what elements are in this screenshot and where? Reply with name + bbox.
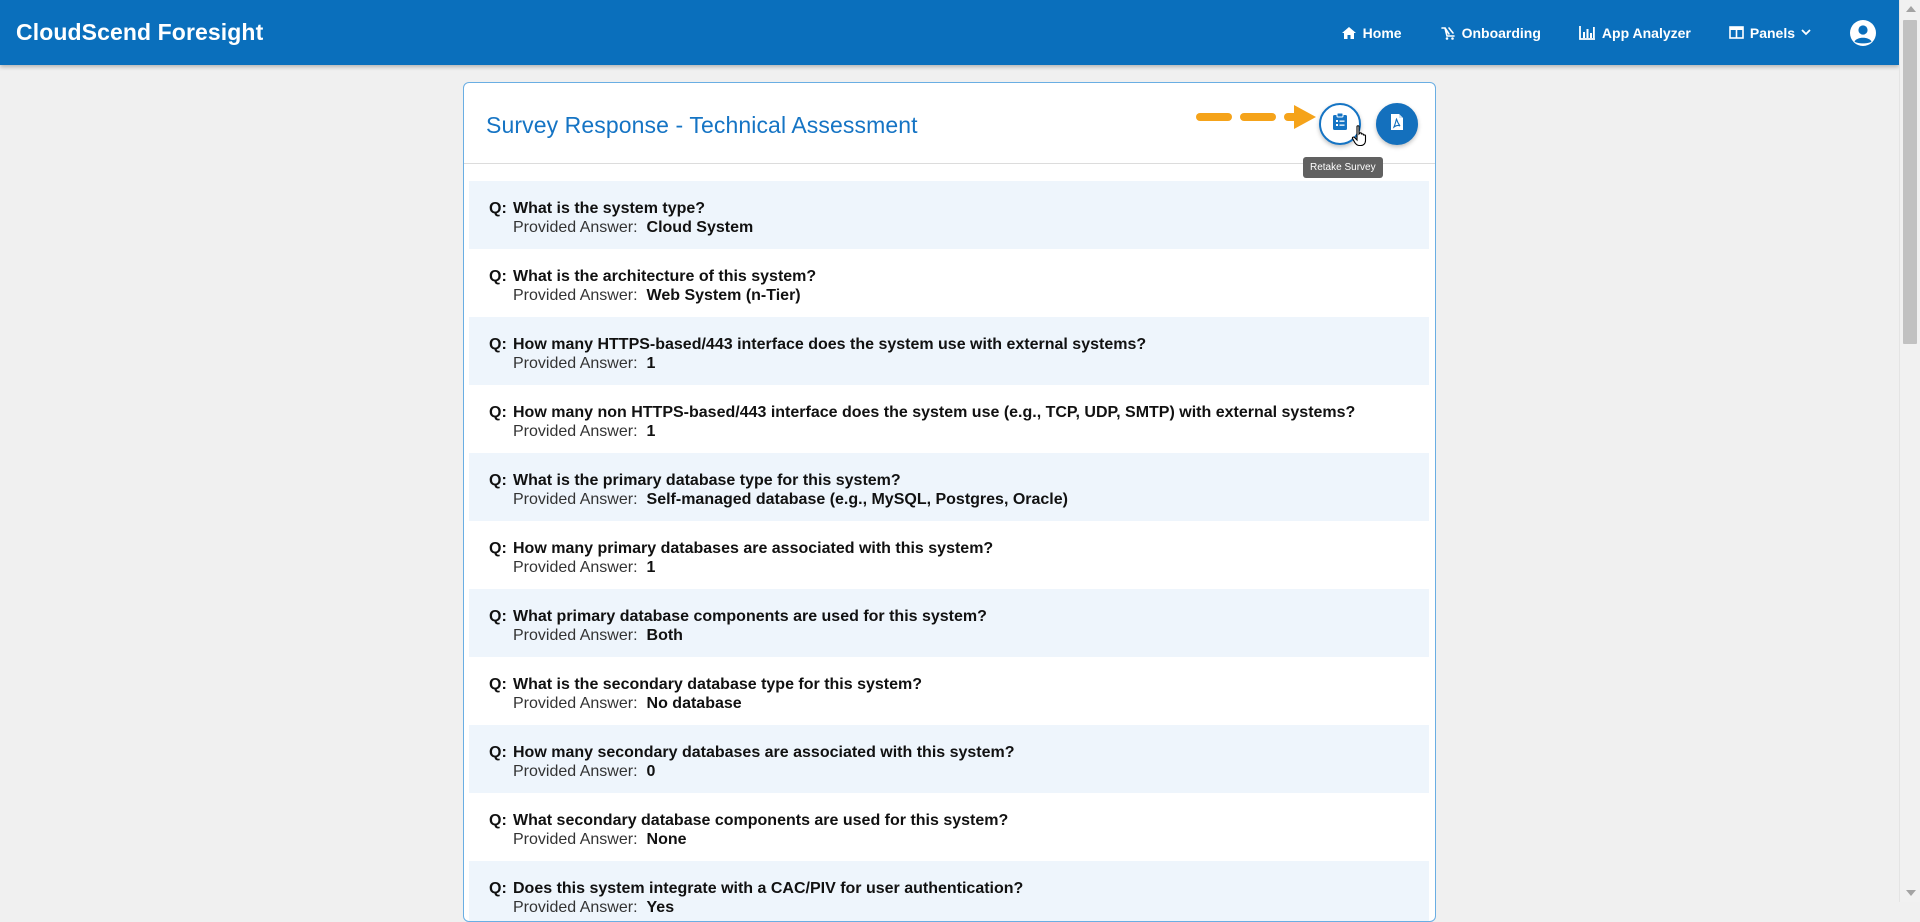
question-prefix: Q: [489, 540, 507, 557]
question-prefix: Q: [489, 880, 507, 897]
answer-value: 1 [646, 355, 656, 372]
answer-value: No database [646, 695, 742, 712]
answer-value: Web System (n-Tier) [646, 287, 801, 304]
onboarding-icon [1440, 25, 1456, 41]
answer-value: 1 [646, 559, 656, 576]
answer-value: None [646, 831, 687, 848]
qa-item: Q: What is the architecture of this syste… [469, 249, 1429, 317]
answer-value: Both [646, 627, 683, 644]
answer-value: Yes [646, 899, 675, 916]
scrollbar-thumb[interactable] [1903, 20, 1917, 344]
answer-value: Self-managed database (e.g., MySQL, Post… [646, 491, 1068, 508]
qa-item: Q: What is the system type? Provided Answ… [469, 181, 1429, 249]
survey-response-card: Survey Response - Technical Assessment R… [463, 82, 1436, 922]
nav-onboarding[interactable]: Onboarding [1440, 25, 1541, 41]
nav-app-analyzer[interactable]: App Analyzer [1579, 25, 1691, 41]
qa-item: Q: What is the primary database type for … [469, 453, 1429, 521]
question-prefix: Q: [489, 404, 507, 421]
chevron-down-icon [1801, 29, 1811, 36]
question-text: How many non HTTPS-based/443 interface d… [513, 404, 1356, 421]
chart-icon [1579, 25, 1596, 40]
answer-label: Provided Answer: [513, 287, 638, 304]
answer-label: Provided Answer: [513, 763, 638, 780]
qa-item: Q: How many secondary databases are assoc… [469, 725, 1429, 793]
page-title: Survey Response - Technical Assessment [486, 112, 918, 138]
question-text: How many primary databases are associate… [513, 540, 994, 557]
app-brand[interactable]: CloudScend Foresight [16, 19, 263, 46]
scroll-up-icon[interactable] [1906, 6, 1916, 12]
export-pdf-button[interactable] [1376, 103, 1418, 145]
question-text: What is the architecture of this system? [513, 268, 817, 285]
question-prefix: Q: [489, 336, 507, 353]
scroll-down-icon[interactable] [1906, 890, 1916, 896]
pdf-icon [1390, 113, 1404, 136]
question-prefix: Q: [489, 268, 507, 285]
question-prefix: Q: [489, 676, 507, 693]
qa-item: Q: How many primary databases are associa… [469, 521, 1429, 589]
question-prefix: Q: [489, 200, 507, 217]
clipboard-icon [1332, 112, 1348, 136]
question-text: What is the primary database type for th… [513, 472, 901, 489]
card-header: Survey Response - Technical Assessment R… [464, 83, 1435, 178]
qa-item: Q: How many HTTPS-based/443 interface doe… [469, 317, 1429, 385]
answer-value: Cloud System [646, 219, 754, 236]
nav-home-label: Home [1362, 24, 1402, 41]
answer-value: 1 [646, 423, 656, 440]
question-prefix: Q: [489, 608, 507, 625]
answer-label: Provided Answer: [513, 355, 638, 372]
nav-panels-dropdown[interactable]: Panels [1729, 25, 1811, 41]
annotation-arrow-icon [1194, 102, 1319, 137]
question-prefix: Q: [489, 812, 507, 829]
qa-item: Q: What secondary database components are… [469, 793, 1429, 861]
answer-label: Provided Answer: [513, 695, 638, 712]
qa-item: Q: What primary database components are u… [469, 589, 1429, 657]
nav-panels-label: Panels [1749, 24, 1795, 41]
retake-survey-tooltip: Retake Survey [1303, 157, 1383, 178]
answer-label: Provided Answer: [513, 491, 638, 508]
answer-label: Provided Answer: [513, 899, 638, 916]
question-text: What is the system type? [513, 200, 706, 217]
answer-label: Provided Answer: [513, 219, 638, 236]
question-prefix: Q: [489, 744, 507, 761]
question-text: How many secondary databases are associa… [513, 744, 1015, 761]
nav-onboarding-label: Onboarding [1461, 24, 1541, 41]
answer-value: 0 [646, 763, 656, 780]
answer-label: Provided Answer: [513, 627, 638, 644]
top-navbar: CloudScend Foresight Home Onboarding App… [0, 0, 1899, 65]
nav-home[interactable]: Home [1341, 25, 1402, 41]
qa-item: Q: What is the secondary database type fo… [469, 657, 1429, 725]
home-icon [1341, 26, 1357, 40]
question-text: What is the secondary database type for … [513, 676, 923, 693]
survey-qa-list: Q: What is the system type? Provided Answ… [469, 181, 1429, 921]
question-text: What primary database components are use… [513, 608, 987, 625]
question-text: Does this system integrate with a CAC/PI… [513, 880, 1024, 897]
answer-label: Provided Answer: [513, 559, 638, 576]
question-text: What secondary database components are u… [513, 812, 1009, 829]
qa-item: Q: How many non HTTPS-based/443 interface… [469, 385, 1429, 453]
question-text: How many HTTPS-based/443 interface does … [513, 336, 1147, 353]
nav-app-analyzer-label: App Analyzer [1601, 24, 1691, 41]
hand-cursor-icon [1351, 125, 1369, 152]
user-circle-icon[interactable] [1849, 19, 1877, 47]
nav-links: Home Onboarding App Analyzer Panels [1341, 0, 1899, 65]
vertical-scrollbar[interactable] [1899, 0, 1920, 902]
panels-icon [1729, 26, 1744, 39]
answer-label: Provided Answer: [513, 831, 638, 848]
question-prefix: Q: [489, 472, 507, 489]
qa-item: Q: Does this system integrate with a CAC/… [469, 861, 1429, 921]
answer-label: Provided Answer: [513, 423, 638, 440]
